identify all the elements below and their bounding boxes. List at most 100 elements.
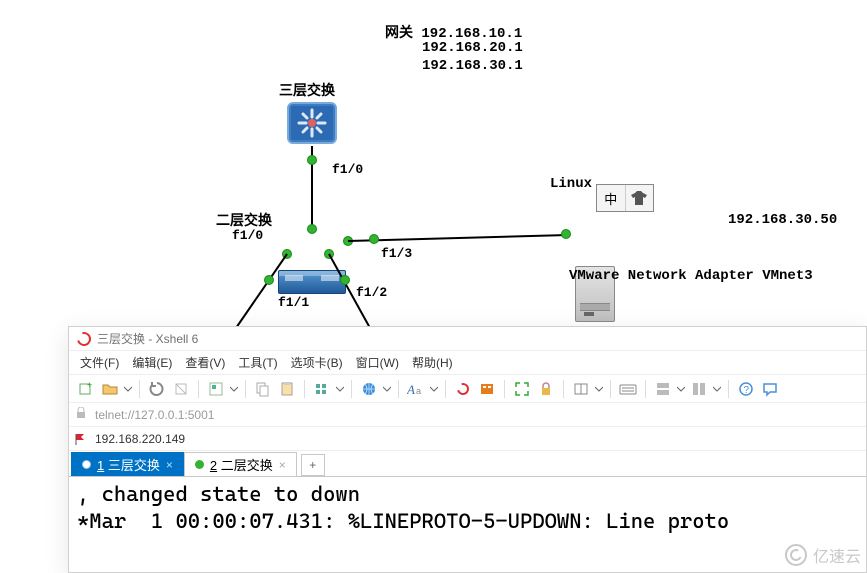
port-label-l2-r: f1/3	[381, 246, 412, 261]
port-label-l2-left: f1/1	[278, 295, 309, 310]
server-label: Linux	[550, 176, 592, 192]
port-dot	[340, 275, 350, 285]
status-dot-icon	[82, 460, 91, 469]
session-ip[interactable]: 192.168.220.149	[95, 432, 185, 446]
gateway-ip-3: 192.168.30.1	[422, 58, 523, 74]
disconnect-button[interactable]	[170, 378, 192, 400]
separator	[445, 380, 446, 398]
ime-lang[interactable]: 中	[597, 185, 626, 211]
menu-tools[interactable]: 工具(T)	[233, 352, 282, 373]
separator	[504, 380, 505, 398]
fullscreen-button[interactable]	[511, 378, 533, 400]
close-icon[interactable]: ×	[279, 458, 286, 472]
find-button[interactable]	[311, 378, 333, 400]
titlebar[interactable]: 三层交换 - Xshell 6	[69, 327, 866, 351]
tile-v-button[interactable]	[688, 378, 710, 400]
lock-icon	[75, 407, 87, 422]
server-adapter: VMware Network Adapter VMnet3	[569, 268, 813, 284]
chevron-down-icon[interactable]	[382, 378, 392, 400]
address-input[interactable]: telnet://127.0.0.1:5001	[95, 408, 214, 422]
chevron-down-icon[interactable]	[123, 378, 133, 400]
status-dot-icon	[195, 460, 204, 469]
chat-button[interactable]	[759, 378, 781, 400]
xshell-window: 三层交换 - Xshell 6 文件(F) 编辑(E) 查看(V) 工具(T) …	[68, 326, 867, 573]
menu-tabs[interactable]: 选项卡(B)	[286, 352, 348, 373]
separator	[139, 380, 140, 398]
menu-view[interactable]: 查看(V)	[180, 352, 230, 373]
toolbar: + Aa ?	[69, 375, 866, 403]
terminal-line: *Mar 1 00:00:07.431: %LINEPROTO-5-UPDOWN…	[77, 509, 729, 533]
chevron-down-icon[interactable]	[712, 378, 722, 400]
separator	[304, 380, 305, 398]
port-dot	[369, 234, 379, 244]
chevron-down-icon[interactable]	[335, 378, 345, 400]
menu-edit[interactable]: 编辑(E)	[127, 352, 177, 373]
chevron-down-icon[interactable]	[229, 378, 239, 400]
separator	[563, 380, 564, 398]
paste-button[interactable]	[276, 378, 298, 400]
watermark: 亿速云	[785, 543, 861, 567]
keyboard-button[interactable]	[617, 378, 639, 400]
window-title: 三层交换 - Xshell 6	[97, 330, 198, 347]
chevron-down-icon[interactable]	[594, 378, 604, 400]
separator	[198, 380, 199, 398]
l3-switch-label: 三层交换	[279, 80, 335, 100]
port-label-l3: f1/0	[332, 162, 363, 177]
separator	[351, 380, 352, 398]
watermark-text: 亿速云	[813, 543, 861, 567]
chevron-down-icon[interactable]	[429, 378, 439, 400]
properties-button[interactable]	[205, 378, 227, 400]
gateway-ip-2: 192.168.20.1	[422, 40, 523, 56]
reconnect-button[interactable]	[146, 378, 168, 400]
menu-window[interactable]: 窗口(W)	[351, 352, 404, 373]
gateway-label: 网关 192.168.10.1	[385, 22, 522, 42]
open-folder-button[interactable]	[99, 378, 121, 400]
port-dot	[561, 229, 571, 239]
tab-index: 2	[210, 458, 217, 473]
menu-help[interactable]: 帮助(H)	[407, 352, 458, 373]
copy-button[interactable]	[252, 378, 274, 400]
network-diagram: 网关 192.168.10.1 192.168.20.1 192.168.30.…	[0, 0, 867, 326]
font-button[interactable]: Aa	[405, 378, 427, 400]
layout-button[interactable]	[570, 378, 592, 400]
svg-text:a: a	[416, 386, 421, 396]
tab-index: 1	[97, 458, 104, 473]
svg-text:?: ?	[744, 385, 750, 396]
bookmark-flag-icon[interactable]	[75, 433, 87, 445]
add-tab-button[interactable]: +	[301, 454, 325, 476]
ime-toolbar[interactable]: 中	[596, 184, 654, 212]
session-bar: 192.168.220.149	[69, 427, 866, 451]
address-bar: telnet://127.0.0.1:5001	[69, 403, 866, 427]
l2-switch-label: 二层交换	[216, 210, 272, 230]
xshell-logo-button[interactable]	[452, 378, 474, 400]
help-button[interactable]: ?	[735, 378, 757, 400]
watermark-icon	[785, 544, 807, 566]
tile-h-button[interactable]	[652, 378, 674, 400]
separator	[398, 380, 399, 398]
svg-text:+: +	[87, 381, 92, 390]
lock-button[interactable]	[535, 378, 557, 400]
l3-switch-device[interactable]	[287, 102, 337, 144]
new-session-button[interactable]: +	[75, 378, 97, 400]
svg-text:A: A	[407, 382, 415, 397]
menu-file[interactable]: 文件(F)	[75, 352, 124, 373]
separator	[645, 380, 646, 398]
xftp-button[interactable]	[476, 378, 498, 400]
separator	[728, 380, 729, 398]
globe-button[interactable]	[358, 378, 380, 400]
port-dot	[307, 224, 317, 234]
tab-1[interactable]: 1 三层交换 ×	[71, 452, 184, 476]
terminal-output[interactable]: , changed state to down *Mar 1 00:00:07.…	[69, 477, 866, 540]
app-icon	[74, 329, 93, 348]
close-icon[interactable]: ×	[166, 458, 173, 472]
port-label-l2-right: f1/2	[356, 285, 387, 300]
port-dot	[307, 155, 317, 165]
tab-strip: 1 三层交换 × 2 二层交换 × +	[69, 451, 866, 477]
port-dot	[264, 275, 274, 285]
tshirt-icon[interactable]	[626, 185, 654, 211]
tab-label: 三层交换	[108, 458, 160, 473]
separator	[245, 380, 246, 398]
tab-label: 二层交换	[221, 458, 273, 473]
chevron-down-icon[interactable]	[676, 378, 686, 400]
tab-2[interactable]: 2 二层交换 ×	[184, 452, 297, 476]
